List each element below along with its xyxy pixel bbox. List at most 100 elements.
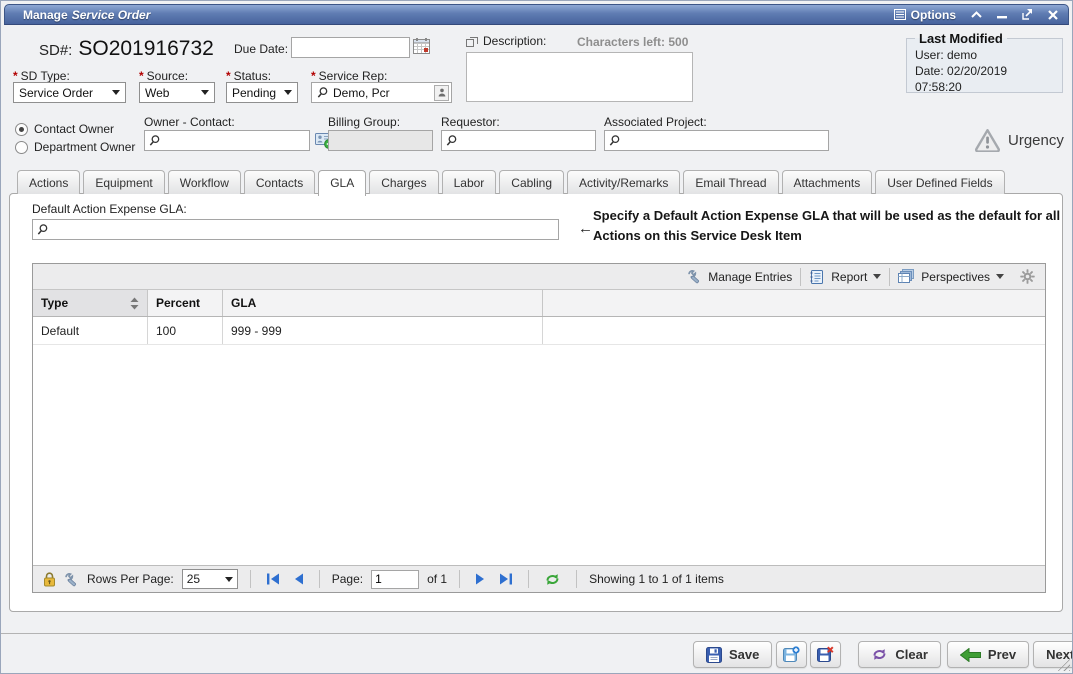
last-modified-legend: Last Modified: [915, 31, 1007, 46]
options-button[interactable]: Options: [894, 8, 956, 22]
status-select[interactable]: Pending: [226, 82, 298, 103]
tab-gla[interactable]: GLA: [318, 170, 366, 196]
owner-contact-label: Owner - Contact:: [144, 115, 235, 129]
search-icon: [445, 134, 458, 147]
associated-project-input[interactable]: [604, 130, 829, 151]
column-header-type[interactable]: Type: [33, 290, 148, 316]
urgency-warning-icon: [974, 128, 1001, 152]
page-label: Page:: [332, 572, 363, 586]
manage-service-order-window: ManageService Order Options SD#: SO20191…: [0, 0, 1073, 674]
pager-separator: [459, 570, 460, 588]
cell-percent: 100: [148, 317, 223, 344]
person-icon: [438, 88, 446, 97]
urgency-label: Urgency: [1008, 132, 1064, 149]
save-floppy-icon: [706, 647, 722, 663]
column-header-filler: [543, 290, 1045, 316]
tab-actions[interactable]: Actions: [17, 170, 80, 194]
last-modified-date: Date: 02/20/2019 07:58:20: [915, 63, 1054, 95]
tab-cabling[interactable]: Cabling: [499, 170, 564, 194]
note-arrow: ←: [578, 220, 593, 237]
radio-department-owner[interactable]: Department Owner: [15, 140, 135, 154]
refresh-button[interactable]: [541, 572, 564, 587]
required-marker: *: [139, 69, 144, 83]
search-icon: [148, 134, 161, 147]
lock-icon[interactable]: [43, 572, 56, 587]
required-marker: *: [13, 69, 18, 83]
source-label: Source:: [147, 69, 188, 83]
manage-entries-button[interactable]: Manage Entries: [679, 268, 800, 286]
perspectives-icon: [898, 269, 915, 285]
clear-refresh-icon: [871, 647, 888, 662]
refresh-icon: [544, 572, 561, 587]
next-page-button[interactable]: [472, 573, 488, 585]
owner-contact-input[interactable]: [144, 130, 310, 151]
pager-separator: [250, 570, 251, 588]
prev-button[interactable]: Prev: [947, 641, 1029, 668]
tab-workflow[interactable]: Workflow: [168, 170, 241, 194]
tab-contacts[interactable]: Contacts: [244, 170, 315, 194]
popout-button[interactable]: [1022, 9, 1033, 20]
grid-settings-button[interactable]: [1012, 268, 1039, 286]
last-modified-box: Last Modified User: demo Date: 02/20/201…: [906, 31, 1063, 93]
save-new-floppy-plus-icon: [783, 646, 800, 663]
gear-icon: [1020, 269, 1035, 284]
titlebar: ManageService Order Options: [4, 4, 1069, 25]
report-button[interactable]: Report: [801, 268, 889, 286]
default-gla-input[interactable]: [32, 219, 559, 240]
prev-page-button[interactable]: [291, 573, 307, 585]
minimize-button[interactable]: [997, 11, 1007, 19]
requestor-input[interactable]: [441, 130, 596, 151]
page-number-input[interactable]: [371, 570, 419, 589]
description-expand-icon[interactable]: [466, 36, 478, 47]
tab-equipment[interactable]: Equipment: [83, 170, 164, 194]
last-modified-user: User: demo: [915, 47, 1054, 63]
cell-gla: 999 - 999: [223, 317, 543, 344]
column-header-percent[interactable]: Percent: [148, 290, 223, 316]
first-page-button[interactable]: [263, 573, 283, 585]
pager-separator: [319, 570, 320, 588]
next-page-icon: [475, 573, 485, 585]
description-label: Description:: [483, 34, 546, 48]
save-and-new-button[interactable]: [776, 641, 807, 668]
column-header-gla[interactable]: GLA: [223, 290, 543, 316]
close-button[interactable]: [1048, 10, 1058, 20]
arrow-left-icon: [960, 648, 981, 662]
showing-items-text: Showing 1 to 1 of 1 items: [589, 572, 724, 586]
caret-down-icon: [225, 577, 233, 586]
save-and-close-button[interactable]: [810, 641, 841, 668]
description-textarea[interactable]: [466, 52, 693, 102]
due-date-input[interactable]: [291, 37, 410, 58]
tab-attachments[interactable]: Attachments: [782, 170, 873, 194]
sort-icon: [130, 297, 139, 310]
sd-type-select[interactable]: Service Order: [13, 82, 126, 103]
tab-activity-remarks[interactable]: Activity/Remarks: [567, 170, 680, 194]
tab-labor[interactable]: Labor: [442, 170, 497, 194]
report-icon: [809, 269, 825, 285]
footer-button-bar: Save Clear Prev Next: [693, 641, 1073, 668]
perspectives-button[interactable]: Perspectives: [890, 268, 1012, 286]
tab-charges[interactable]: Charges: [369, 170, 438, 194]
collapse-button[interactable]: [971, 11, 982, 18]
source-select[interactable]: Web: [139, 82, 215, 103]
save-button[interactable]: Save: [693, 641, 772, 668]
sd-number-label: SD#:: [39, 42, 72, 59]
status-label: Status:: [234, 69, 271, 83]
service-rep-person-button[interactable]: [434, 85, 449, 101]
wrench-icon[interactable]: [64, 572, 79, 587]
cell-filler: [543, 317, 1045, 344]
tab-email-thread[interactable]: Email Thread: [683, 170, 778, 194]
table-row[interactable]: Default 100 999 - 999: [33, 317, 1045, 345]
rows-per-page-select[interactable]: 25: [182, 569, 238, 589]
pager-separator: [576, 570, 577, 588]
urgency-control[interactable]: Urgency: [974, 128, 1064, 152]
clear-button[interactable]: Clear: [858, 641, 941, 668]
tab-user-defined-fields[interactable]: User Defined Fields: [875, 170, 1004, 194]
last-page-button[interactable]: [496, 573, 516, 585]
service-rep-field[interactable]: Demo, Pcr: [311, 82, 452, 103]
minimize-icon: [997, 11, 1007, 19]
footer-divider: [1, 633, 1072, 634]
radio-contact-owner[interactable]: Contact Owner: [15, 122, 114, 136]
calendar-icon[interactable]: [413, 38, 430, 59]
radio-unselected-icon: [15, 141, 28, 154]
chars-left-counter: Characters left: 500: [577, 35, 688, 49]
